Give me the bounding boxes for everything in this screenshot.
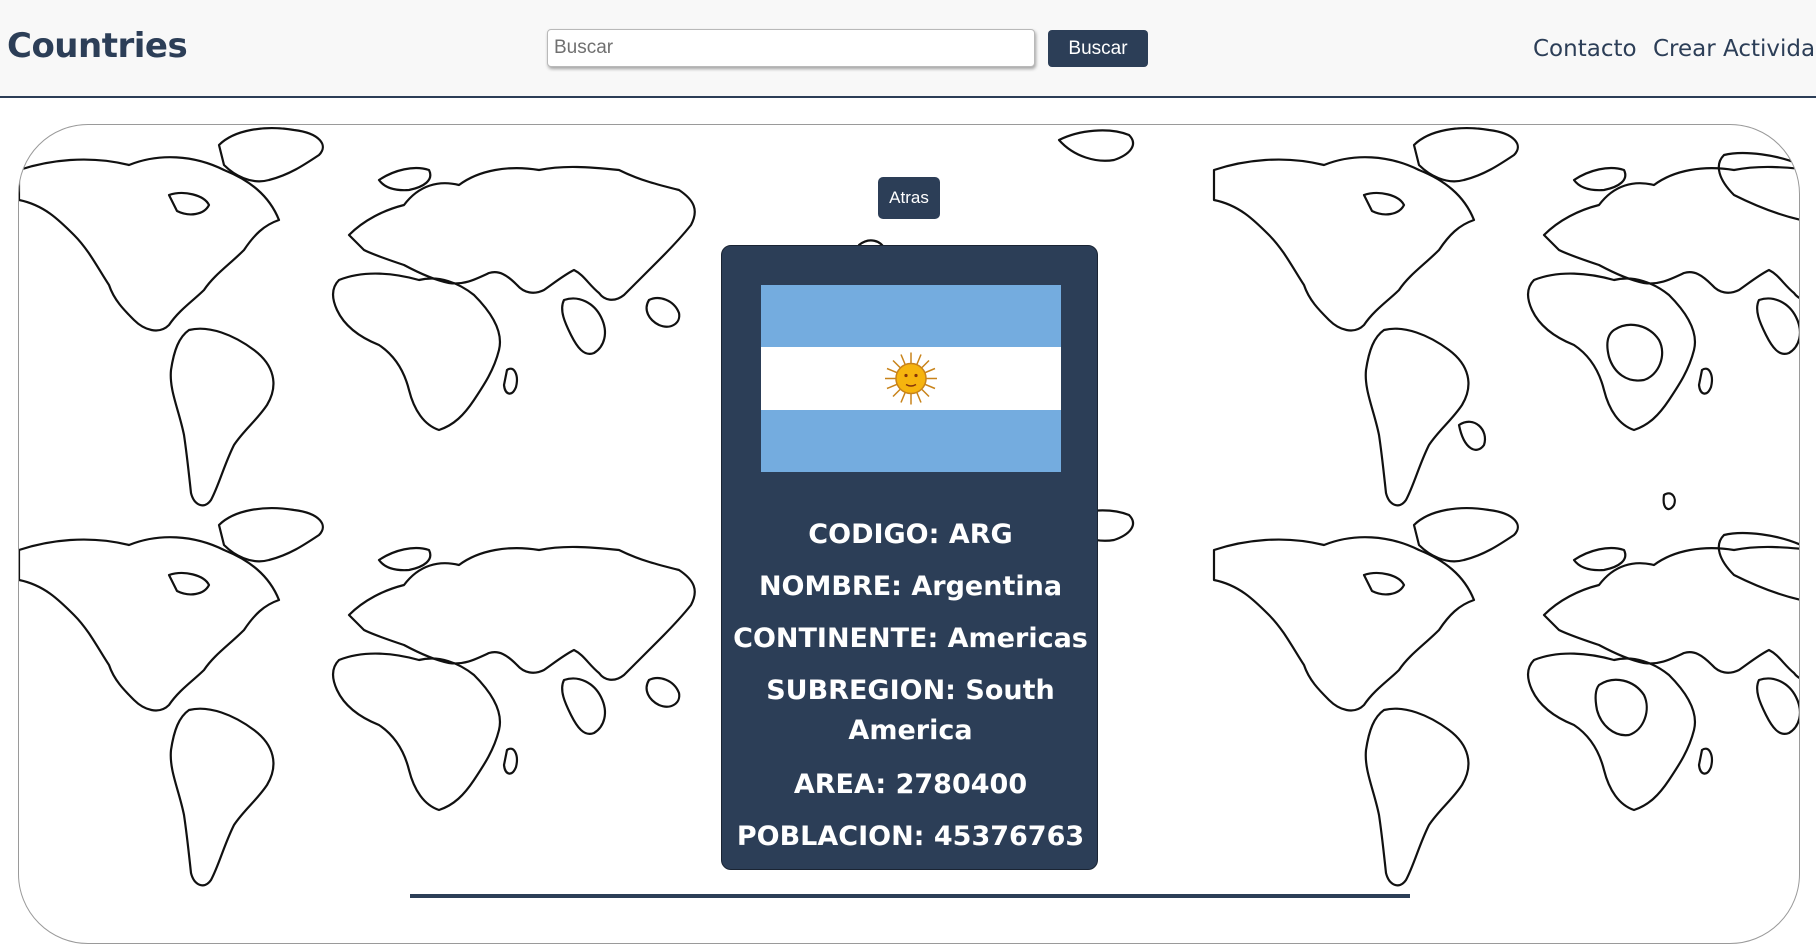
- field-value: Argentina: [911, 571, 1063, 602]
- field-label: CONTINENTE:: [733, 623, 939, 654]
- field-label: SUBREGION:: [766, 675, 956, 706]
- field-continente: CONTINENTE: Americas: [722, 619, 1099, 659]
- nav-link-crear-actividad[interactable]: Crear Actividad: [1653, 36, 1816, 62]
- navbar: Countries Buscar Contacto Crear Activida…: [0, 0, 1816, 98]
- field-nombre: NOMBRE: Argentina: [722, 567, 1099, 607]
- field-value: ARG: [948, 519, 1013, 550]
- content-divider: [410, 894, 1410, 898]
- country-detail-card: CODIGO: ARG NOMBRE: Argentina CONTINENTE…: [721, 245, 1098, 870]
- field-subregion: SUBREGION: South America: [722, 671, 1099, 751]
- search-input[interactable]: [547, 29, 1035, 67]
- field-area: AREA: 2780400: [722, 765, 1099, 805]
- nav-link-contacto[interactable]: Contacto: [1533, 36, 1637, 62]
- field-value: Americas: [947, 623, 1088, 654]
- field-value: 45376763: [933, 821, 1085, 852]
- search-button[interactable]: Buscar: [1048, 30, 1148, 67]
- field-label: POBLACION:: [736, 821, 925, 852]
- field-label: AREA:: [793, 769, 887, 800]
- argentina-flag-icon: [761, 285, 1061, 472]
- brand-title[interactable]: Countries: [7, 26, 188, 66]
- field-label: CODIGO:: [808, 519, 940, 550]
- field-codigo: CODIGO: ARG: [722, 515, 1099, 555]
- field-value: 2780400: [895, 769, 1028, 800]
- field-poblacion: POBLACION: 45376763: [722, 817, 1099, 857]
- field-label: NOMBRE:: [758, 571, 902, 602]
- back-button[interactable]: Atras: [878, 177, 940, 219]
